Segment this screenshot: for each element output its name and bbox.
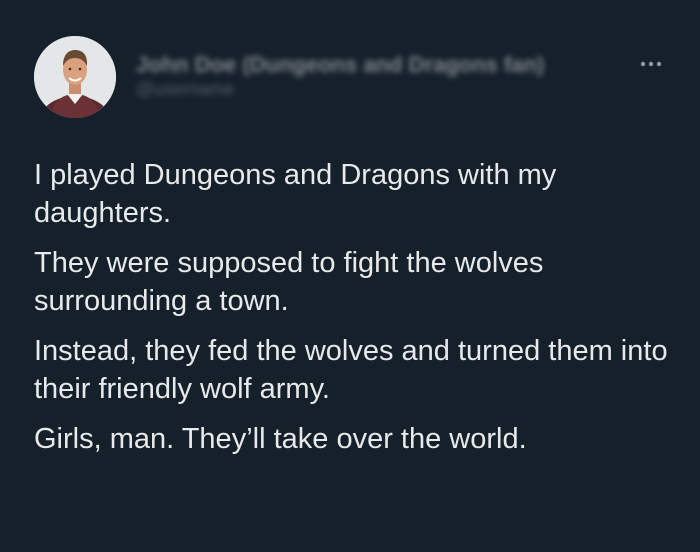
author-handle[interactable]: @username	[136, 78, 576, 100]
tweet-paragraph: Instead, they fed the wolves and turned …	[34, 335, 668, 405]
avatar[interactable]	[34, 36, 116, 118]
tweet-paragraph: Girls, man. They’ll take over the world.	[34, 423, 527, 455]
tweet-card: John Doe (Dungeons and Dragons fan) @use…	[0, 0, 700, 552]
avatar-photo	[34, 36, 116, 118]
tweet-text: I played Dungeons and Dragons with my da…	[34, 156, 674, 470]
tweet-paragraph: I played Dungeons and Dragons with my da…	[34, 159, 557, 229]
more-dots-icon	[640, 61, 662, 67]
author-display-name[interactable]: John Doe (Dungeons and Dragons fan)	[136, 52, 576, 78]
tweet-paragraph: They were supposed to fight the wolves s…	[34, 247, 544, 317]
more-button[interactable]	[636, 54, 666, 74]
author-info[interactable]: John Doe (Dungeons and Dragons fan) @use…	[136, 52, 576, 102]
